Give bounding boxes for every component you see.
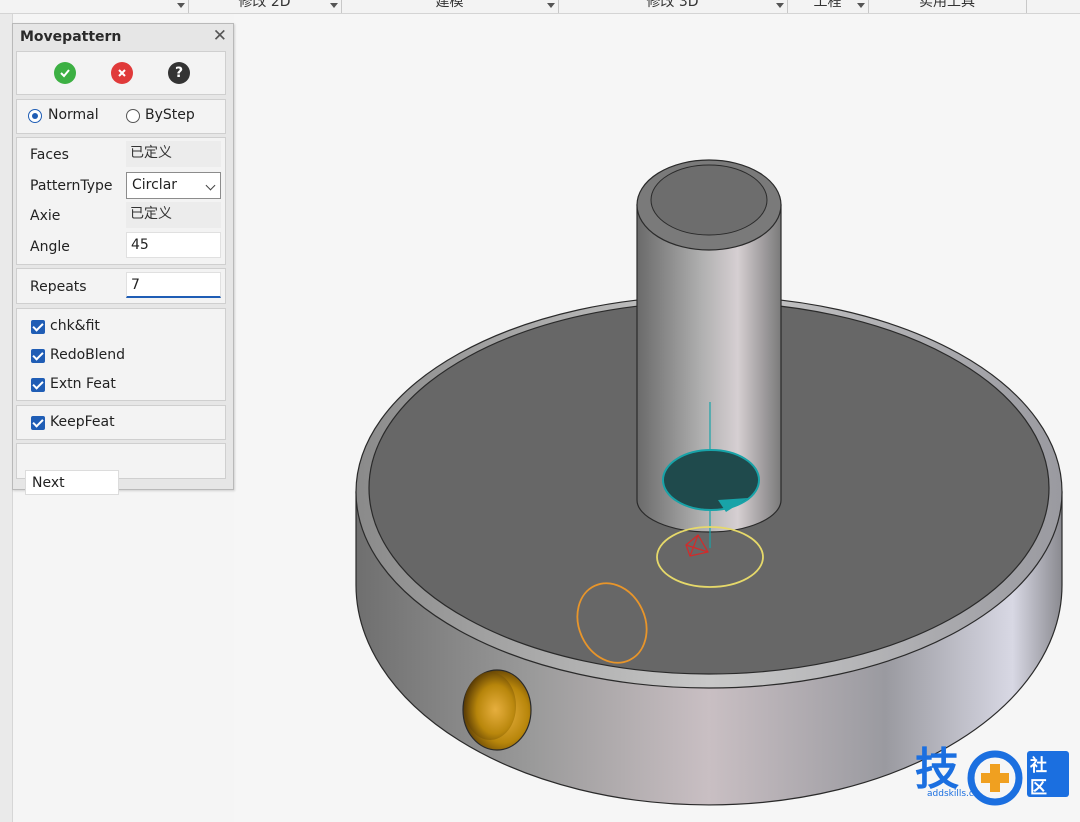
radio-bystep-label[interactable]: ByStep [145,107,195,123]
angle-input[interactable]: 45 [126,232,221,258]
ribbon-tab-modify-3d[interactable]: 修改 3D [558,0,788,13]
pattern-type-value: Circlar [132,177,178,193]
parameters-section: Faces 已定义 PatternType Circlar Axie 已定义 A… [16,137,226,265]
keep-feat-section: KeepFeat [16,405,226,440]
faces-label: Faces [30,147,69,163]
watermark-url: addskills.cn [927,789,980,799]
watermark-badge: 社 区 [1027,751,1069,798]
angle-label: Angle [30,239,70,255]
redo-blend-checkbox[interactable] [31,349,45,363]
ok-button[interactable] [54,62,76,84]
pattern-type-select[interactable]: Circlar [126,172,221,199]
selected-hole-face [662,449,760,511]
chevron-down-icon [205,180,216,191]
watermark-main-char: 技 [915,744,959,795]
extn-feat-checkbox[interactable] [31,378,45,392]
repeats-input[interactable]: 7 [126,272,221,298]
check-icon [60,69,70,78]
ribbon-tab-0[interactable] [0,0,189,13]
repeats-label: Repeats [30,279,87,295]
repeats-section: Repeats 7 [16,268,226,304]
close-icon[interactable]: ✕ [213,26,227,46]
keep-feat-label[interactable]: KeepFeat [50,414,115,430]
model-render[interactable] [234,14,1080,822]
axie-label: Axie [30,208,61,224]
boss-top-face [650,164,768,236]
ribbon-tab-utilities[interactable]: 实用工具 [868,0,1027,13]
next-button[interactable]: Next [25,470,119,495]
radio-bystep[interactable] [126,109,140,123]
ribbon-tab-modeling[interactable]: 建模 [341,0,559,13]
faces-field[interactable]: 已定义 [126,141,221,167]
axie-field[interactable]: 已定义 [126,202,221,228]
chk-fit-checkbox[interactable] [31,320,45,334]
pattern-type-label: PatternType [30,178,113,194]
chk-fit-label[interactable]: chk&fit [50,318,100,334]
ribbon-tab-modify-2d[interactable]: 修改 2D [188,0,342,13]
keep-feat-checkbox[interactable] [31,416,45,430]
ribbon-tab-engineering[interactable]: 工程 [787,0,869,13]
movepattern-dialog: Movepattern ✕ ? Normal ByStep Faces 已定义 … [12,23,234,495]
dialog-title: Movepattern [20,29,122,45]
extn-feat-label[interactable]: Extn Feat [50,376,116,392]
radio-normal-label[interactable]: Normal [48,107,99,123]
help-button[interactable]: ? [168,62,190,84]
mode-radio-group: Normal ByStep [16,99,226,134]
options-section: chk&fit RedoBlend Extn Feat [16,308,226,401]
3d-viewport[interactable] [234,14,1080,822]
redo-blend-label[interactable]: RedoBlend [50,347,125,363]
watermark-logo: 技 社 区 addskills.cn [915,744,1075,806]
x-icon [118,69,126,77]
question-icon: ? [174,65,184,81]
action-bar: ? [16,51,226,95]
ribbon-toolbar: 修改 2D 建模 修改 3D 工程 实用工具 [0,0,1080,14]
radio-normal[interactable] [28,109,42,123]
cancel-button[interactable] [111,62,133,84]
